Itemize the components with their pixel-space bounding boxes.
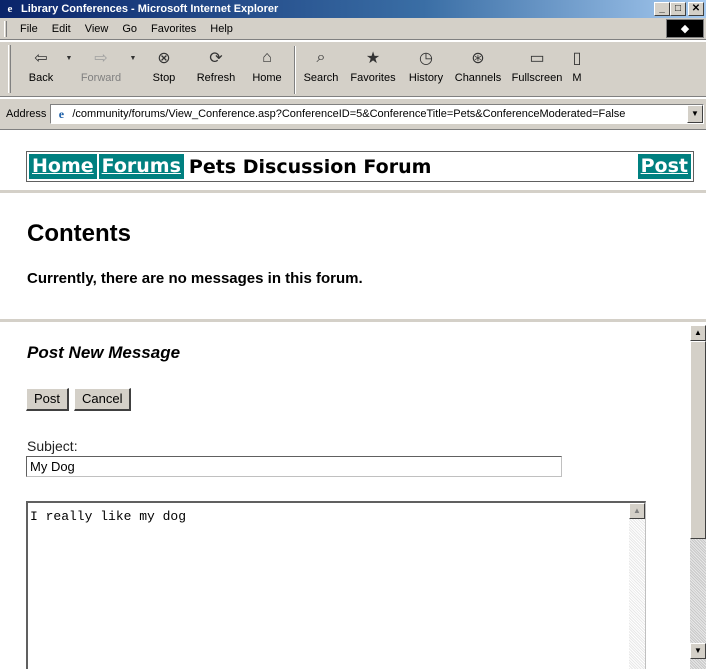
close-button[interactable]: ✕ [688,2,704,16]
search-button[interactable]: ⌕ Search [299,42,343,96]
cancel-button[interactable]: Cancel [74,388,132,411]
maximize-button[interactable]: □ [670,2,686,16]
address-bar: Address e /community/forums/View_Confere… [0,98,706,130]
address-input[interactable]: e /community/forums/View_Conference.asp?… [50,104,704,124]
home-label: Home [252,72,282,84]
textarea-scroll-up-icon[interactable]: ▲ [629,503,645,519]
menu-help[interactable]: Help [203,23,240,35]
ie-logo-icon: e [7,3,13,15]
page-icon: e [58,106,65,121]
menu-favorites[interactable]: Favorites [144,23,203,35]
post-frame: Post New Message Post Cancel Subject: My… [0,325,706,669]
contents-frame: Contents Currently, there are no message… [0,196,706,322]
back-dropdown[interactable]: ▼ [63,42,75,96]
textarea-scrollbar[interactable]: ▲ [629,503,645,669]
channels-label: Channels [454,72,502,84]
stop-label: Stop [152,72,176,84]
post-button[interactable]: Post [26,388,70,411]
refresh-button[interactable]: ⟳ Refresh [189,42,243,96]
title-bar: e Library Conferences - Microsoft Intern… [0,0,706,18]
stop-icon: ⊗ [157,50,171,67]
history-button[interactable]: ◷ History [403,42,449,96]
favorites-label: Favorites [350,72,396,84]
toolbar-grip [8,45,11,93]
forums-link[interactable]: Forums [98,154,184,179]
menu-file[interactable]: File [13,23,45,35]
home-icon: ⌂ [262,49,272,66]
address-url[interactable]: /community/forums/View_Conference.asp?Co… [72,108,625,120]
forward-label: Forward [80,72,122,84]
post-new-message-heading: Post New Message [27,343,181,362]
back-arrow-icon: ⇦ [34,50,48,67]
subject-input[interactable]: My Dog [26,456,562,477]
fullscreen-icon: ▭ [529,50,545,67]
stop-button[interactable]: ⊗ Stop [139,42,189,96]
menu-view[interactable]: View [78,23,116,35]
forum-navbar: Home Forums Pets Discussion Forum Post [26,151,694,182]
minimize-button[interactable]: _ [654,2,670,16]
forum-title: Pets Discussion Forum [188,155,432,178]
address-dropdown-arrow-icon[interactable]: ▼ [687,105,703,123]
home-button[interactable]: ⌂ Home [243,42,291,96]
channels-icon: ⊛ [471,50,485,67]
search-icon: ⌕ [316,49,326,66]
history-icon: ◷ [419,50,433,67]
menu-bar: File Edit View Go Favorites Help ◆ [0,18,706,40]
forward-button[interactable]: ⇨ Forward [75,42,127,96]
mail-icon: ▯ [572,50,582,67]
menu-grip [4,20,7,37]
address-label: Address [6,108,47,120]
message-textarea[interactable]: I really like my dog ▲ [26,501,646,669]
window-controls: _ □ ✕ [654,2,704,16]
history-label: History [408,72,444,84]
back-button[interactable]: ⇦ Back [19,42,63,96]
windows-logo-icon: ◆ [666,19,704,38]
favorites-button[interactable]: ★ Favorites [343,42,403,96]
refresh-label: Refresh [196,72,236,84]
channels-button[interactable]: ⊛ Channels [449,42,507,96]
contents-heading: Contents [27,220,131,247]
mail-button[interactable]: ▯ M [567,42,587,96]
forward-dropdown[interactable]: ▼ [127,42,139,96]
toolbar-separator [294,46,296,94]
window-title: Library Conferences - Microsoft Internet… [21,3,279,15]
post-link[interactable]: Post [637,154,691,179]
forward-arrow-icon: ⇨ [94,50,108,67]
menu-edit[interactable]: Edit [45,23,78,35]
menu-go[interactable]: Go [115,23,144,35]
refresh-icon: ⟳ [209,50,223,67]
scroll-up-icon[interactable]: ▲ [690,325,706,341]
scrollbar-thumb[interactable] [690,341,706,539]
scroll-down-icon[interactable]: ▼ [690,643,706,659]
search-label: Search [303,72,339,84]
message-text[interactable]: I really like my dog [30,509,186,524]
empty-forum-message: Currently, there are no messages in this… [27,270,363,287]
home-link[interactable]: Home [29,154,97,179]
back-label: Back [28,72,54,84]
fullscreen-button[interactable]: ▭ Fullscreen [507,42,567,96]
standard-toolbar: ⇦ Back ▼ ⇨ Forward ▼ ⊗ Stop ⟳ Refresh ⌂ … [0,41,706,97]
mail-label: M [572,72,582,84]
nav-frame: Home Forums Pets Discussion Forum Post [0,131,706,193]
favorites-icon: ★ [365,50,381,67]
fullscreen-label: Fullscreen [511,72,563,84]
page-scrollbar[interactable]: ▲ ▼ [690,325,706,669]
subject-label: Subject: [27,438,78,454]
